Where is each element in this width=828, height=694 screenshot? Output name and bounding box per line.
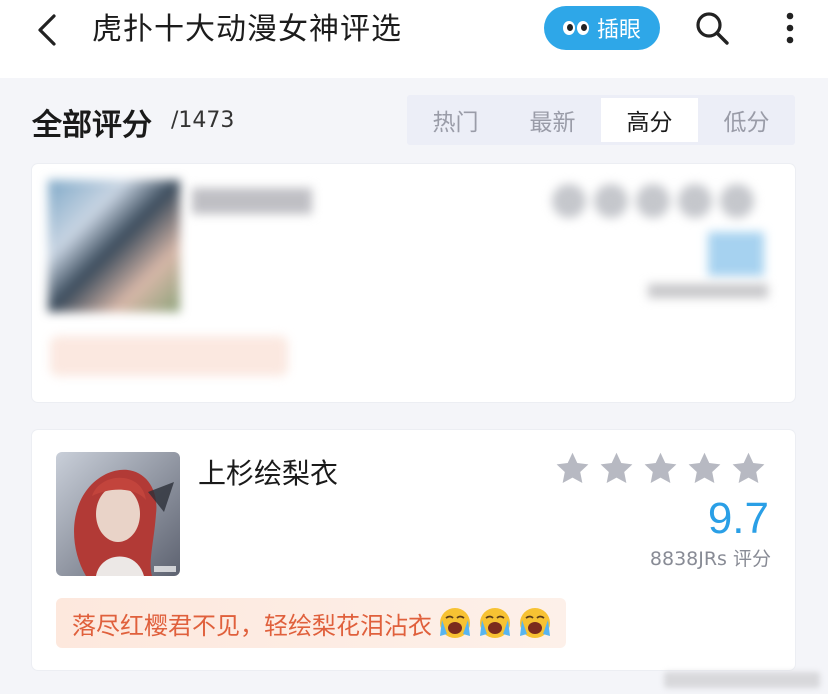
avatar-image <box>48 180 180 312</box>
section-title: 全部评分 <box>32 108 152 143</box>
search-button[interactable] <box>693 9 731 47</box>
crying-face-icon <box>520 608 550 638</box>
star-icon <box>636 184 670 218</box>
watermark <box>664 672 820 688</box>
star-icon <box>552 184 586 218</box>
back-icon <box>38 14 56 46</box>
star-icon <box>732 452 765 483</box>
back-button[interactable] <box>30 10 64 50</box>
tab-low-score[interactable]: 低分 <box>698 95 795 145</box>
search-icon <box>696 12 729 45</box>
item-name: 上杉绘梨衣 <box>198 457 339 490</box>
star-icon <box>556 452 589 483</box>
avatar-image <box>56 452 180 576</box>
star-icon <box>594 184 628 218</box>
star-icon <box>600 452 633 483</box>
star-icon <box>720 184 754 218</box>
rating-total-count: /1473 <box>171 108 235 133</box>
eyes-icon <box>562 21 589 35</box>
item-score: 9.7 <box>707 494 769 543</box>
comment-text: 落尽红樱君不见，轻绘梨花泪沾衣 <box>72 611 432 640</box>
star-icon <box>644 452 677 483</box>
tab-newest[interactable]: 最新 <box>504 95 601 145</box>
tab-high-score[interactable]: 高分 <box>601 98 698 142</box>
sort-tabs: 热门 最新 高分 低分 <box>407 95 795 145</box>
crying-face-icon <box>480 608 510 638</box>
item-name <box>192 188 312 214</box>
rating-card-blurred[interactable] <box>32 164 795 402</box>
chayan-label: 插眼 <box>596 18 641 43</box>
more-button[interactable] <box>776 10 804 46</box>
star-icon <box>678 184 712 218</box>
more-icon <box>786 12 794 44</box>
page-title: 虎扑十大动漫女神评选 <box>92 12 402 47</box>
crying-face-icon <box>440 608 470 638</box>
star-rating <box>554 450 767 487</box>
tab-hot[interactable]: 热门 <box>407 95 504 145</box>
item-score <box>708 232 764 276</box>
item-rating-count: 8838JRs 评分 <box>649 548 771 570</box>
top-bar: 虎扑十大动漫女神评选 插眼 <box>0 0 828 78</box>
star-icon <box>688 452 721 483</box>
star-rating <box>552 184 754 218</box>
top-comment[interactable]: 落尽红樱君不见，轻绘梨花泪沾衣 <box>56 598 566 648</box>
rating-card[interactable]: 上杉绘梨衣 9.7 8838JRs 评分 落尽红樱君不见，轻绘梨花泪沾衣 <box>32 430 795 670</box>
chayan-button[interactable]: 插眼 <box>544 6 660 50</box>
top-comment[interactable] <box>50 336 288 376</box>
item-rating-count <box>648 284 768 298</box>
